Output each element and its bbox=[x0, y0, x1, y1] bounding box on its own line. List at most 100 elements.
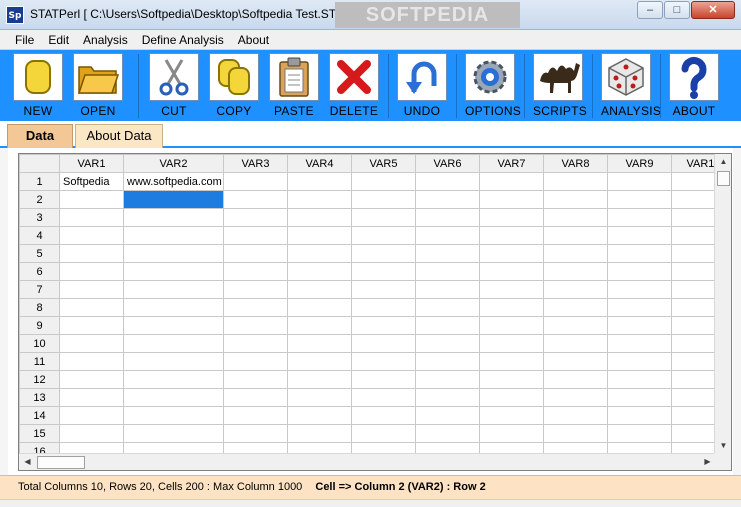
menu-file[interactable]: File bbox=[8, 33, 41, 47]
vertical-scrollbar[interactable]: ▲ ▼ bbox=[714, 154, 731, 454]
maximize-button[interactable]: □ bbox=[664, 1, 690, 19]
options-button[interactable]: OPTIONS bbox=[465, 53, 521, 119]
grid-cell[interactable] bbox=[543, 190, 608, 209]
grid-cell[interactable] bbox=[59, 226, 124, 245]
grid-cell[interactable] bbox=[123, 244, 224, 263]
grid-cell[interactable] bbox=[59, 424, 124, 443]
grid-cell[interactable] bbox=[287, 352, 352, 371]
grid-cell[interactable] bbox=[351, 316, 416, 335]
grid-cell[interactable] bbox=[123, 370, 224, 389]
grid-cell[interactable] bbox=[223, 226, 288, 245]
grid-cell[interactable] bbox=[223, 316, 288, 335]
grid-cell[interactable] bbox=[543, 280, 608, 299]
grid-cell[interactable] bbox=[351, 262, 416, 281]
undo-button[interactable]: UNDO bbox=[397, 53, 447, 119]
grid-cell[interactable] bbox=[543, 172, 608, 191]
grid-cell[interactable] bbox=[415, 352, 480, 371]
grid-cell[interactable] bbox=[223, 334, 288, 353]
grid-cell[interactable] bbox=[59, 262, 124, 281]
grid-cell[interactable] bbox=[59, 334, 124, 353]
grid-cell[interactable] bbox=[607, 298, 672, 317]
row-header[interactable]: 10 bbox=[19, 334, 60, 353]
grid-cell[interactable] bbox=[607, 244, 672, 263]
grid-cell[interactable] bbox=[123, 262, 224, 281]
grid-cell[interactable] bbox=[223, 262, 288, 281]
grid-cell[interactable] bbox=[223, 244, 288, 263]
grid-cell[interactable] bbox=[543, 208, 608, 227]
grid-cell[interactable] bbox=[479, 208, 544, 227]
grid-cell[interactable] bbox=[415, 190, 480, 209]
row-header[interactable]: 12 bbox=[19, 370, 60, 389]
row-header[interactable]: 15 bbox=[19, 424, 60, 443]
column-header[interactable]: VAR3 bbox=[223, 154, 288, 173]
grid-cell[interactable] bbox=[223, 370, 288, 389]
grid-cell[interactable] bbox=[607, 388, 672, 407]
column-header[interactable]: VAR8 bbox=[543, 154, 608, 173]
grid-cell[interactable] bbox=[479, 244, 544, 263]
row-header[interactable]: 6 bbox=[19, 262, 60, 281]
column-header[interactable]: VAR9 bbox=[607, 154, 672, 173]
grid-cell[interactable] bbox=[415, 388, 480, 407]
grid-cell[interactable] bbox=[607, 190, 672, 209]
grid-cell[interactable] bbox=[479, 298, 544, 317]
grid-cell[interactable] bbox=[351, 406, 416, 425]
column-header[interactable]: VAR5 bbox=[351, 154, 416, 173]
column-header[interactable]: VAR6 bbox=[415, 154, 480, 173]
grid-corner-header[interactable] bbox=[19, 154, 60, 173]
grid-cell[interactable] bbox=[59, 298, 124, 317]
grid-cell[interactable] bbox=[607, 280, 672, 299]
row-header[interactable]: 5 bbox=[19, 244, 60, 263]
grid-cell[interactable] bbox=[223, 208, 288, 227]
grid-cell[interactable] bbox=[59, 244, 124, 263]
grid-cell[interactable] bbox=[223, 424, 288, 443]
grid-cell[interactable] bbox=[351, 244, 416, 263]
grid-cell[interactable] bbox=[479, 262, 544, 281]
copy-button[interactable]: COPY bbox=[209, 53, 259, 119]
grid-cell[interactable] bbox=[415, 298, 480, 317]
grid-cell[interactable] bbox=[287, 370, 352, 389]
grid-cell[interactable]: www.softpedia.com bbox=[123, 172, 224, 191]
selected-grid-cell[interactable] bbox=[123, 190, 224, 209]
grid-cell[interactable] bbox=[351, 208, 416, 227]
column-header[interactable]: VAR1 bbox=[59, 154, 124, 173]
grid-cell[interactable] bbox=[351, 298, 416, 317]
grid-cell[interactable] bbox=[607, 208, 672, 227]
grid-cell[interactable] bbox=[415, 370, 480, 389]
grid-cell[interactable] bbox=[607, 262, 672, 281]
grid-cell[interactable] bbox=[287, 244, 352, 263]
grid-cell[interactable] bbox=[479, 172, 544, 191]
grid-cell[interactable] bbox=[59, 208, 124, 227]
row-header[interactable]: 7 bbox=[19, 280, 60, 299]
grid-cell[interactable] bbox=[351, 226, 416, 245]
scroll-up-arrow-icon[interactable]: ▲ bbox=[715, 154, 731, 170]
grid-cell[interactable] bbox=[479, 352, 544, 371]
grid-cell[interactable] bbox=[351, 190, 416, 209]
grid-cell[interactable] bbox=[415, 226, 480, 245]
vertical-scroll-thumb[interactable] bbox=[717, 171, 730, 186]
grid-cell[interactable] bbox=[59, 388, 124, 407]
column-header[interactable]: VAR4 bbox=[287, 154, 352, 173]
tab-data[interactable]: Data bbox=[7, 124, 73, 148]
grid-cell[interactable] bbox=[287, 190, 352, 209]
row-header[interactable]: 4 bbox=[19, 226, 60, 245]
grid-cell[interactable] bbox=[287, 208, 352, 227]
scroll-left-arrow-icon[interactable]: ◀ bbox=[19, 454, 36, 470]
grid-cell[interactable] bbox=[59, 280, 124, 299]
menu-analysis[interactable]: Analysis bbox=[76, 33, 135, 47]
grid-cell[interactable] bbox=[479, 280, 544, 299]
grid-cell[interactable] bbox=[59, 406, 124, 425]
grid-cell[interactable] bbox=[287, 334, 352, 353]
grid-cell[interactable] bbox=[351, 388, 416, 407]
row-header[interactable]: 3 bbox=[19, 208, 60, 227]
grid-cell[interactable] bbox=[479, 316, 544, 335]
grid-cell[interactable] bbox=[223, 388, 288, 407]
grid-cell[interactable] bbox=[287, 388, 352, 407]
grid-cell[interactable] bbox=[543, 406, 608, 425]
grid-cell[interactable] bbox=[479, 424, 544, 443]
scripts-button[interactable]: SCRIPTS bbox=[533, 53, 587, 119]
menu-about[interactable]: About bbox=[231, 33, 276, 47]
grid-cell[interactable] bbox=[479, 388, 544, 407]
grid-cell[interactable] bbox=[351, 424, 416, 443]
row-header[interactable]: 11 bbox=[19, 352, 60, 371]
grid-cell[interactable] bbox=[607, 316, 672, 335]
